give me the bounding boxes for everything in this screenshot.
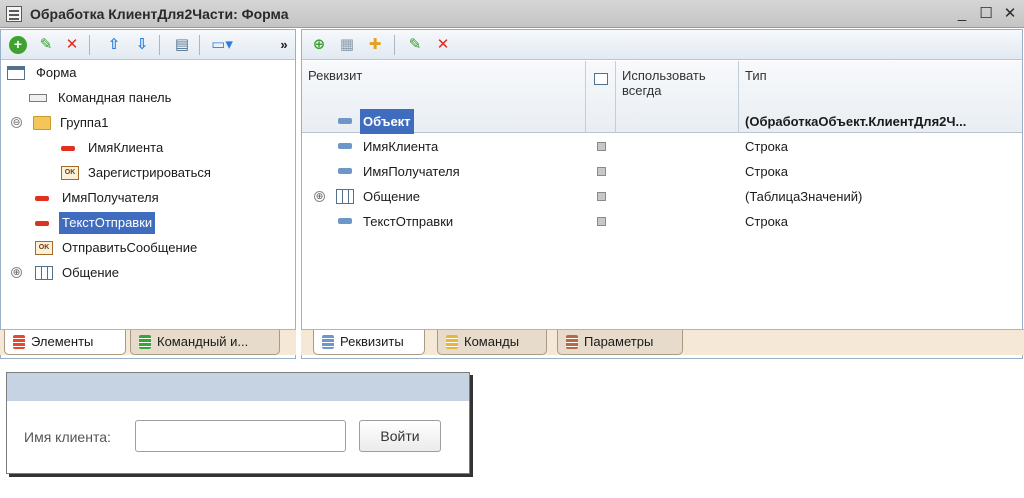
delete-icon[interactable]: ✕ [434,36,452,54]
parameters-tab-icon [566,335,578,349]
table-add-icon[interactable]: ▦ [338,36,356,54]
form-preview-header [7,373,469,401]
field-icon [35,221,49,226]
commands-tab-icon [446,335,458,349]
elements-tabs: Элементы Командный и... [0,329,296,355]
tab-attributes[interactable]: Реквизиты [313,330,425,355]
minimize-button[interactable]: _ [952,4,972,24]
use-always-checkbox[interactable] [597,167,606,176]
expand-icon[interactable]: ⊕ [11,267,22,278]
button-icon: OK [35,241,53,255]
table-row[interactable]: ТекстОтправки Строка [302,209,1022,234]
table-icon [336,189,354,204]
elements-panel: + ✎ ✕ ⇧ ⇩ ▤ ▭▾ » Форма Командная панель … [0,29,296,359]
attribute-icon [338,168,352,174]
elements-toolbar: + ✎ ✕ ⇧ ⇩ ▤ ▭▾ » [1,30,295,60]
use-always-checkbox[interactable] [597,217,606,226]
elements-tab-icon [13,335,25,349]
view-icon[interactable]: ▭▾ [209,36,235,54]
attributes-panel: ⊕ ▦ ✚ ✎ ✕ Реквизит Использовать всегда Т… [301,29,1023,359]
add-icon[interactable]: + [9,36,27,54]
title-bar: Обработка КлиентДля2Части: Форма _ ☐ ✕ [0,0,1024,28]
tab-parameters[interactable]: Параметры [557,330,683,355]
view-column-icon [594,73,608,85]
edit-icon[interactable]: ✎ [406,36,424,54]
add-attribute-icon[interactable]: ⊕ [310,36,328,54]
command-panel-icon [29,94,47,102]
field-icon [61,146,75,151]
tab-elements[interactable]: Элементы [4,330,126,355]
expand-icon[interactable]: ⊕ [314,191,325,202]
more-icon[interactable]: » [275,36,293,54]
form-preview: Имя клиента: Войти [6,372,470,474]
maximize-button[interactable]: ☐ [976,4,996,24]
client-name-label: Имя клиента: [24,429,111,445]
attribute-icon [338,218,352,224]
close-button[interactable]: ✕ [1000,4,1020,24]
move-down-icon[interactable]: ⇩ [133,36,151,54]
form-window-icon [6,6,22,22]
table-row[interactable]: ИмяПолучателя Строка [302,159,1022,184]
command-interface-tab-icon [139,335,151,349]
attributes-tabs: Реквизиты Команды Параметры [301,329,1024,355]
add-column-icon[interactable]: ✚ [366,36,384,54]
attributes-tab-icon [322,335,334,349]
table-row[interactable]: ИмяКлиента Строка [302,134,1022,159]
field-icon [35,196,49,201]
table-icon [35,266,53,280]
edit-icon[interactable]: ✎ [37,36,55,54]
button-icon: OK [61,166,79,180]
export-icon[interactable]: ▤ [173,36,191,54]
use-always-checkbox[interactable] [597,192,606,201]
table-row[interactable]: ⊕ Общение (ТаблицаЗначений) [302,184,1022,209]
tab-commands[interactable]: Команды [437,330,547,355]
tab-command-interface[interactable]: Командный и... [130,330,280,355]
collapse-icon[interactable]: ⊖ [11,117,22,128]
attributes-toolbar: ⊕ ▦ ✚ ✎ ✕ [302,30,1022,60]
use-always-checkbox[interactable] [597,142,606,151]
delete-icon[interactable]: ✕ [63,36,81,54]
form-icon [7,66,25,80]
window-title: Обработка КлиентДля2Части: Форма [30,6,289,22]
attribute-icon [338,118,352,124]
client-name-input[interactable] [135,420,346,452]
move-up-icon[interactable]: ⇧ [105,36,123,54]
attribute-icon [338,143,352,149]
table-row[interactable]: Объект (ОбработкаОбъект.КлиентДля2Ч... [302,109,1022,134]
login-button[interactable]: Войти [359,420,441,452]
folder-icon [33,116,51,130]
